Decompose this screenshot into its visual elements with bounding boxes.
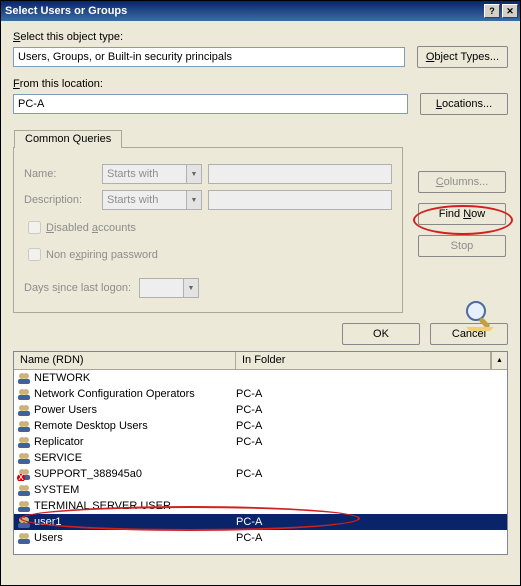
content-area: SSelect this object type:elect this obje…	[1, 21, 520, 563]
chevron-down-icon: ▼	[186, 165, 201, 183]
user-group-icon	[16, 403, 32, 417]
row-name: TERMINAL SERVER USER	[34, 500, 236, 512]
row-name: Users	[34, 532, 236, 544]
row-name: SYSTEM	[34, 484, 236, 496]
stop-button[interactable]: Stop	[418, 235, 506, 257]
row-folder: PC-A	[236, 468, 507, 480]
table-row[interactable]: TERMINAL SERVER USER	[14, 498, 507, 514]
chevron-down-icon: ▼	[183, 279, 198, 297]
object-type-field[interactable]	[13, 47, 405, 67]
location-field[interactable]	[13, 94, 408, 114]
row-name: NETWORK	[34, 372, 236, 384]
find-now-button[interactable]: Find Now	[418, 203, 506, 225]
locations-button[interactable]: LLocations...ocations...	[420, 93, 508, 115]
titlebar: Select Users or Groups ? ✕	[1, 1, 520, 21]
name-label: Name:	[24, 168, 96, 180]
header-folder[interactable]: In Folder	[236, 352, 491, 369]
row-folder: PC-A	[236, 404, 507, 416]
description-label: Description:	[24, 194, 96, 206]
row-folder: PC-A	[236, 388, 507, 400]
user-group-icon: x	[16, 467, 32, 481]
row-name: SERVICE	[34, 452, 236, 464]
results-body[interactable]: NETWORKNetwork Configuration OperatorsPC…	[14, 370, 507, 554]
dialog-window: Select Users or Groups ? ✕ SSelect this …	[0, 0, 521, 586]
results-header: Name (RDN) In Folder ▲	[14, 352, 507, 370]
row-name: Replicator	[34, 436, 236, 448]
window-title: Select Users or Groups	[5, 5, 482, 17]
user-group-icon	[16, 483, 32, 497]
row-folder: PC-A	[236, 436, 507, 448]
non-expiring-label: Non expiring password	[46, 249, 158, 261]
ok-button[interactable]: OK	[342, 323, 420, 345]
user-group-icon	[16, 531, 32, 545]
name-input[interactable]	[208, 164, 392, 184]
days-since-logon-combo[interactable]: ▼	[139, 278, 199, 298]
chevron-down-icon: ▼	[186, 191, 201, 209]
scrollbar-up[interactable]: ▲	[491, 352, 507, 369]
help-button[interactable]: ?	[484, 4, 500, 18]
table-row[interactable]: Power UsersPC-A	[14, 402, 507, 418]
user-group-icon	[16, 419, 32, 433]
row-name: SUPPORT_388945a0	[34, 468, 236, 480]
table-row[interactable]: Remote Desktop UsersPC-A	[14, 418, 507, 434]
table-row[interactable]: SYSTEM	[14, 482, 507, 498]
user-group-icon	[16, 499, 32, 513]
user-group-icon	[16, 451, 32, 465]
disabled-accounts-check[interactable]	[28, 221, 41, 234]
user-group-icon	[16, 435, 32, 449]
header-name[interactable]: Name (RDN)	[14, 352, 236, 369]
table-row[interactable]: Network Configuration OperatorsPC-A	[14, 386, 507, 402]
search-icon	[462, 297, 498, 333]
results-list: Name (RDN) In Folder ▲ NETWORK Network Co…	[13, 351, 508, 555]
table-row[interactable]: user1PC-A	[14, 514, 507, 530]
table-row[interactable]: ReplicatorPC-A	[14, 434, 507, 450]
columns-button[interactable]: CColumns...olumns...	[418, 171, 506, 193]
row-folder: PC-A	[236, 532, 507, 544]
object-type-label: SSelect this object type:elect this obje…	[13, 31, 508, 43]
row-folder: PC-A	[236, 420, 507, 432]
common-queries-tab[interactable]: Common Queries	[14, 130, 122, 148]
row-name: Remote Desktop Users	[34, 420, 236, 432]
row-folder: PC-A	[236, 516, 507, 528]
disabled-accounts-label: Disabled accounts	[46, 222, 136, 234]
row-name: Network Configuration Operators	[34, 388, 236, 400]
non-expiring-check[interactable]	[28, 248, 41, 261]
user-group-icon	[16, 387, 32, 401]
description-input[interactable]	[208, 190, 392, 210]
row-name: user1	[34, 516, 236, 528]
table-row[interactable]: NETWORK	[14, 370, 507, 386]
table-row[interactable]: SERVICE	[14, 450, 507, 466]
user-group-icon	[16, 371, 32, 385]
common-queries-group: Common Queries Name: Starts with▼ Descri…	[13, 147, 403, 313]
row-name: Power Users	[34, 404, 236, 416]
table-row[interactable]: UsersPC-A	[14, 530, 507, 546]
desc-match-combo[interactable]: Starts with▼	[102, 190, 202, 210]
svg-text:x: x	[18, 471, 24, 481]
close-button[interactable]: ✕	[502, 4, 518, 18]
days-since-logon-label: Days since last logon:	[24, 282, 131, 294]
name-match-combo[interactable]: Starts with▼	[102, 164, 202, 184]
object-types-button[interactable]: OObject Types...bject Types...	[417, 46, 508, 68]
right-button-column: CColumns...olumns... Find Now Stop	[418, 171, 508, 257]
location-label: From this location:	[13, 78, 508, 90]
user-group-icon	[16, 515, 32, 529]
table-row[interactable]: x SUPPORT_388945a0PC-A	[14, 466, 507, 482]
